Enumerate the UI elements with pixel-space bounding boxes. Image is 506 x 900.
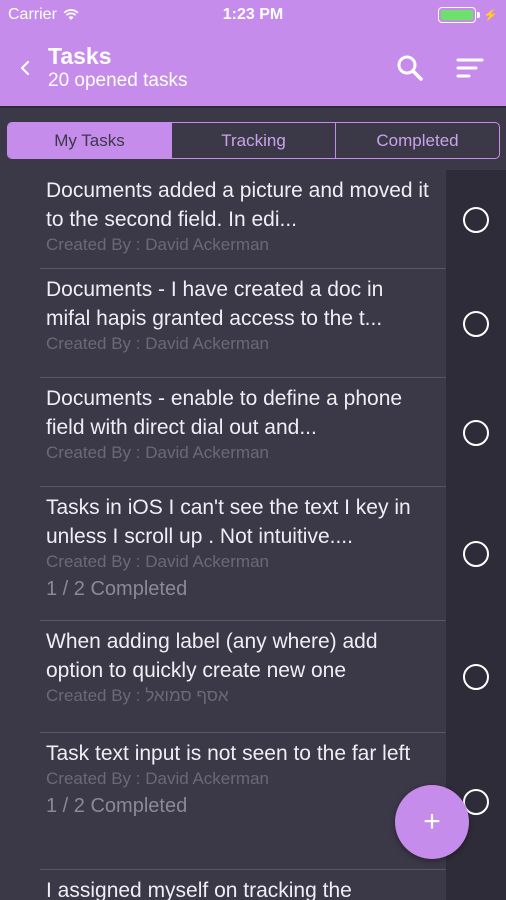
task-content: Documents added a picture and moved it t…: [0, 170, 446, 269]
back-icon[interactable]: [10, 48, 40, 88]
task-row[interactable]: Documents - enable to define a phone fie…: [0, 378, 506, 487]
task-creator: Created By : David Ackerman: [46, 235, 269, 254]
carrier-label: Carrier: [8, 6, 57, 23]
task-row[interactable]: Tasks in iOS I can't see the text I key …: [0, 487, 506, 621]
check-circle-icon: [463, 419, 489, 446]
tab-my-tasks[interactable]: My Tasks: [8, 123, 172, 158]
task-title: Documents - enable to define a phone fie…: [46, 387, 403, 439]
task-title: I assigned myself on tracking the: [46, 879, 352, 900]
task-check-cell[interactable]: [446, 870, 506, 900]
task-check-cell[interactable]: [446, 378, 506, 487]
tab-completed[interactable]: Completed: [336, 123, 499, 158]
task-title: When adding label (any where) add option…: [46, 630, 378, 682]
task-content: Task text input is not seen to the far l…: [0, 733, 446, 870]
battery-fill: [441, 10, 474, 20]
task-row[interactable]: Documents added a picture and moved it t…: [0, 170, 506, 269]
task-creator: Created By : David Ackerman: [46, 769, 269, 788]
check-circle-icon: [463, 541, 489, 567]
status-bar: Carrier 1:23 PM ⚡: [0, 0, 506, 30]
nav-titles: Tasks 20 opened tasks: [48, 43, 386, 93]
task-title: Documents added a picture and moved it t…: [46, 179, 429, 231]
check-circle-icon: [463, 310, 489, 337]
task-check-cell[interactable]: [446, 170, 506, 269]
nav-bar: Tasks 20 opened tasks: [0, 30, 506, 108]
battery-icon: [438, 7, 481, 23]
task-content: Documents - I have created a doc in mifa…: [0, 269, 446, 378]
task-check-cell[interactable]: [446, 269, 506, 378]
task-content: Tasks in iOS I can't see the text I key …: [0, 487, 446, 621]
task-creator: Created By : David Ackerman: [46, 552, 269, 571]
check-circle-icon: [463, 664, 489, 690]
charging-bolt-icon: ⚡: [483, 8, 498, 22]
add-task-button[interactable]: +: [395, 785, 469, 859]
wifi-icon: [63, 9, 79, 20]
search-button[interactable]: [386, 44, 434, 92]
task-progress: 1 / 2 Completed: [46, 578, 188, 600]
task-check-cell[interactable]: [446, 621, 506, 733]
tab-bar: My Tasks Tracking Completed: [7, 122, 500, 159]
search-icon: [397, 55, 423, 81]
status-left: Carrier: [8, 6, 79, 24]
chevron-left-icon: [20, 60, 30, 76]
task-content: I assigned myself on tracking the: [0, 870, 446, 900]
page-subtitle: 20 opened tasks: [48, 70, 188, 91]
battery-tip: [477, 12, 481, 18]
check-circle-icon: [463, 206, 489, 233]
task-creator: Created By : David Ackerman: [46, 334, 269, 353]
task-progress: 1 / 2 Completed: [46, 795, 188, 817]
task-content: Documents - enable to define a phone fie…: [0, 378, 446, 487]
plus-icon: +: [423, 805, 441, 838]
task-row[interactable]: When adding label (any where) add option…: [0, 621, 506, 733]
tab-tracking[interactable]: Tracking: [172, 123, 336, 158]
status-right: ⚡: [438, 7, 498, 23]
task-check-cell[interactable]: [446, 487, 506, 621]
task-title: Documents - I have created a doc in mifa…: [46, 278, 384, 330]
sort-icon: [456, 58, 484, 78]
task-creator: Created By : David Ackerman: [46, 443, 269, 462]
task-row[interactable]: I assigned myself on tracking the: [0, 870, 506, 900]
sort-button[interactable]: [446, 44, 494, 92]
task-row[interactable]: Documents - I have created a doc in mifa…: [0, 269, 506, 378]
task-title: Tasks in iOS I can't see the text I key …: [46, 496, 411, 548]
page-title: Tasks: [48, 43, 112, 69]
task-content: When adding label (any where) add option…: [0, 621, 446, 733]
task-creator: Created By : אסף סמואל: [46, 686, 229, 705]
task-title: Task text input is not seen to the far l…: [46, 742, 411, 765]
